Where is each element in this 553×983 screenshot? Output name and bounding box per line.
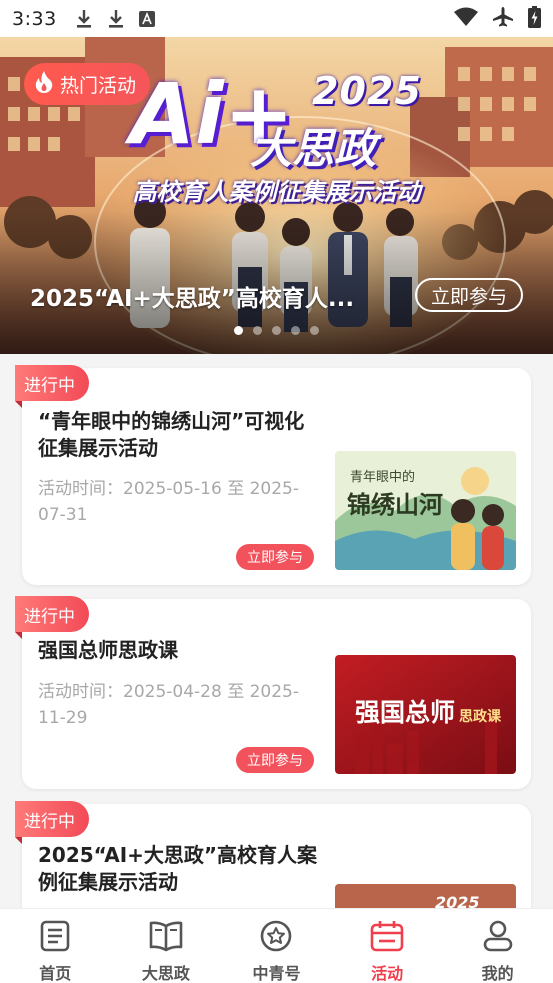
carousel-dot[interactable] [310,326,319,335]
home-document-icon [40,920,70,956]
banner-caption: 2025“AI+大思政”高校育人... [30,286,355,312]
activity-title: “青年眼中的锦绣山河”可视化征集展示活动 [38,409,305,460]
tab-home[interactable]: 首页 [0,909,111,983]
activity-thumbnail: 青年眼中的 锦绣山河 [335,451,516,570]
hero-banner[interactable]: 热门活动 Ai+ 2025 大思政 高校育人案例征集展示活动 2025“AI+大… [0,37,553,354]
status-tag: 进行中 [15,801,89,844]
activity-card[interactable]: “青年眼中的锦绣山河”可视化征集展示活动 活动时间：2025-05-16 至 2… [22,368,531,585]
status-bar: 3:33 [0,0,553,37]
poster-year: 2025 [312,69,422,113]
app-root: 3:33 热门活动 Ai+ 2025 大思政 高校育人案例征集展示活动 2025… [0,0,553,983]
thumbnail-text: 锦绣山河 [347,490,443,519]
font-icon [138,10,155,27]
tab-activity[interactable]: 活动 [332,909,443,983]
tab-label: 首页 [39,964,72,983]
wifi-icon [454,7,478,31]
carousel-dot[interactable] [272,326,281,335]
hot-badge-label: 热门活动 [60,74,137,97]
thumbnail-subtext: 青年眼中的 [350,469,415,485]
carousel-dot[interactable] [234,326,243,335]
poster-subtitle: 高校育人案例征集展示活动 [132,178,421,206]
star-circle-icon [260,920,292,956]
open-book-icon [149,920,183,956]
tab-label: 中青号 [252,964,301,983]
activity-time: 活动时间：2025-05-16 至 2025-07-31 [38,479,300,525]
poster-title: 大思政 [250,124,377,173]
tab-label: 大思政 [141,964,190,983]
tab-label: 活动 [371,964,404,983]
status-tag: 进行中 [15,365,89,408]
join-button[interactable]: 立即参与 [236,544,314,570]
calendar-icon [370,920,404,956]
activity-time: 活动时间：2025-04-28 至 2025-11-29 [38,682,300,728]
activity-title: 强国总师思政课 [38,638,178,662]
thumbnail-subtext: 思政课 [459,708,502,725]
airplane-icon [492,6,514,32]
thumbnail-text: 强国总师 [355,698,455,727]
activity-card[interactable]: 强国总师思政课 活动时间：2025-04-28 至 2025-11-29 立即参… [22,599,531,789]
download-icon [107,9,125,29]
status-time: 3:33 [12,7,57,30]
user-icon [483,920,513,956]
flame-icon [34,70,54,99]
carousel-dot[interactable] [253,326,262,335]
join-button[interactable]: 立即参与 [236,747,314,773]
carousel-indicator [0,326,553,335]
status-right-icons [454,5,541,32]
activity-thumbnail: 强国总师 思政课 [335,655,516,774]
carousel-dot[interactable] [291,326,300,335]
download-icon [75,9,93,29]
tab-dasizheng[interactable]: 大思政 [111,909,222,983]
tab-mine[interactable]: 我的 [442,909,553,983]
status-tag: 进行中 [15,596,89,639]
activity-title: 2025“AI+大思政”高校育人案例征集展示活动 [38,843,318,894]
battery-charging-icon [528,5,541,32]
bottom-tab-bar: 首页 大思政 中青号 活动 我的 [0,908,553,983]
banner-join-button[interactable]: 立即参与 [415,278,523,312]
tab-label: 我的 [481,964,514,983]
tab-zhongqinghao[interactable]: 中青号 [221,909,332,983]
